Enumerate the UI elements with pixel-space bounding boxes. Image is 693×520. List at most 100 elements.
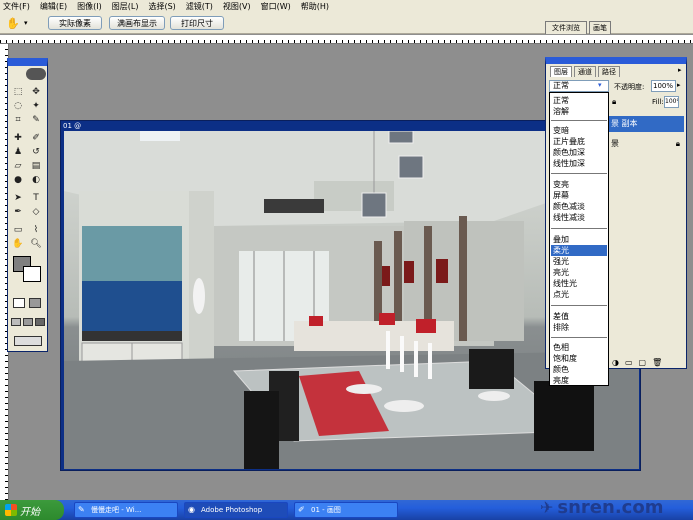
menu-edit[interactable]: 编辑(E) xyxy=(40,1,67,12)
watermark-text: snren.com xyxy=(557,496,664,518)
blend-option[interactable]: 线性光 xyxy=(553,278,577,289)
taskbar-item-browser[interactable]: ✎ 慢慢走吧 - Wi... xyxy=(74,502,178,518)
menu-layer[interactable]: 图层(L) xyxy=(112,1,139,12)
menu-window[interactable]: 窗口(W) xyxy=(261,1,291,12)
screen-mode-full-icon[interactable] xyxy=(23,318,33,326)
screen-mode-standard-icon[interactable] xyxy=(11,318,21,326)
start-label: 开始 xyxy=(20,506,40,518)
blend-option[interactable]: 点光 xyxy=(553,289,569,300)
lock-icon: 🔒︎ xyxy=(675,139,680,148)
fit-screen-button[interactable]: 满画布显示 xyxy=(109,16,165,30)
eyedropper-icon[interactable]: ⌇ xyxy=(29,224,43,236)
blend-option-selected[interactable]: 柔光 xyxy=(553,245,569,256)
tab-channels[interactable]: 通道 xyxy=(574,66,596,77)
panel-menu-icon[interactable]: ▸ xyxy=(678,66,682,74)
tab-paths[interactable]: 路径 xyxy=(598,66,620,77)
crop-tool-icon[interactable]: ⌗ xyxy=(11,114,25,126)
blend-option[interactable]: 亮度 xyxy=(553,375,569,386)
notes-tool-icon[interactable]: ▭ xyxy=(11,224,25,236)
quickmask-mode-icon[interactable] xyxy=(29,298,41,308)
actual-pixels-button[interactable]: 实际像素 xyxy=(48,16,102,30)
blend-option[interactable]: 线性加深 xyxy=(553,158,585,169)
blend-option[interactable]: 屏幕 xyxy=(553,190,569,201)
paint-icon: ✐ xyxy=(298,505,305,514)
slice-tool-icon[interactable]: ✎ xyxy=(29,114,43,126)
blend-option[interactable]: 线性减淡 xyxy=(553,212,585,223)
taskbar-item-label: 慢慢走吧 - Wi... xyxy=(91,506,142,514)
blend-option[interactable]: 正片叠底 xyxy=(553,136,585,147)
folder-icon[interactable]: ▭ xyxy=(625,358,633,367)
opacity-field[interactable]: 100% xyxy=(651,80,676,92)
lasso-tool-icon[interactable]: ◌ xyxy=(11,100,25,112)
background-color-swatch[interactable] xyxy=(23,266,41,282)
blend-option[interactable]: 色相 xyxy=(553,342,569,353)
taskbar-item-photoshop[interactable]: ◉ Adobe Photoshop xyxy=(184,502,288,518)
layer-row-background[interactable]: 景 🔒︎ xyxy=(609,136,684,152)
blend-mode-value: 正常 xyxy=(553,81,569,90)
blend-option[interactable]: 颜色减淡 xyxy=(553,201,585,212)
gradient-tool-icon[interactable]: ▤ xyxy=(29,160,43,172)
pen-tool-icon[interactable]: ✒ xyxy=(11,206,25,218)
shape-tool-icon[interactable]: ◇ xyxy=(29,206,43,218)
screen-mode-black-icon[interactable] xyxy=(35,318,45,326)
healing-brush-icon[interactable]: ✚ xyxy=(11,132,25,144)
menu-view[interactable]: 视图(V) xyxy=(223,1,251,12)
type-tool-icon[interactable]: T xyxy=(29,192,43,204)
print-size-button[interactable]: 打印尺寸 xyxy=(170,16,224,30)
lock-icon[interactable]: 🔒︎ xyxy=(612,97,616,107)
blend-option[interactable]: 颜色 xyxy=(553,364,569,375)
brush-tool-icon[interactable]: ✐ xyxy=(29,132,43,144)
hand-icon[interactable]: ✋ xyxy=(11,238,25,250)
blend-option[interactable]: 强光 xyxy=(553,256,569,267)
new-layer-icon[interactable]: ▢ xyxy=(639,358,647,367)
layer-row-selected[interactable]: 景 副本 xyxy=(609,116,684,132)
marquee-tool-icon[interactable]: ⬚ xyxy=(11,86,25,98)
blend-option[interactable]: 正常 xyxy=(553,95,569,106)
standard-mode-icon[interactable] xyxy=(13,298,25,308)
menu-file[interactable]: 文件(F) xyxy=(3,1,30,12)
menu-filter[interactable]: 滤镜(T) xyxy=(186,1,213,12)
chevron-down-icon[interactable]: ▾ xyxy=(598,81,602,89)
chevron-down-icon[interactable]: ▾ xyxy=(24,19,28,27)
menu-help[interactable]: 帮助(H) xyxy=(301,1,329,12)
blend-option[interactable]: 叠加 xyxy=(553,234,569,245)
opacity-arrow-icon[interactable]: ▸ xyxy=(677,81,681,89)
dodge-tool-icon[interactable]: ◐ xyxy=(29,174,43,186)
watermark-logo-icon: ✈ xyxy=(540,497,554,517)
trash-icon[interactable]: 🗑︎ xyxy=(652,358,662,367)
fill-label: Fill: xyxy=(652,98,664,106)
menu-bar: 文件(F) 编辑(E) 图像(I) 图层(L) 选择(S) 滤镜(T) 视图(V… xyxy=(0,0,693,12)
blend-option[interactable]: 饱和度 xyxy=(553,353,577,364)
taskbar-item-paint[interactable]: ✐ 01 - 画图 xyxy=(294,502,398,518)
path-select-icon[interactable]: ➤ xyxy=(11,192,25,204)
history-brush-icon[interactable]: ↺ xyxy=(29,146,43,158)
windows-logo-icon xyxy=(5,504,17,516)
hand-tool-icon[interactable]: ✋ xyxy=(6,17,20,30)
move-tool-icon[interactable]: ✥ xyxy=(29,86,43,98)
adjustment-layer-icon[interactable]: ◑ xyxy=(612,358,619,367)
blur-tool-icon[interactable]: ● xyxy=(11,174,25,186)
layers-footer: ◑ ▭ ▢ 🗑︎ xyxy=(612,356,684,368)
tab-layers[interactable]: 图层 xyxy=(550,66,572,77)
tab-brushes[interactable]: 画笔 xyxy=(589,21,611,34)
watermark: ✈ snren.com xyxy=(540,496,690,518)
menu-image[interactable]: 图像(I) xyxy=(77,1,102,12)
blend-option[interactable]: 差值 xyxy=(553,311,569,322)
tab-file-browser[interactable]: 文件浏览 xyxy=(545,21,587,34)
jump-to-imageready-icon[interactable] xyxy=(14,336,42,346)
zoom-icon[interactable]: 🔍︎ xyxy=(29,238,43,250)
magic-wand-icon[interactable]: ✦ xyxy=(29,100,43,112)
fill-field[interactable]: 100% xyxy=(664,96,679,108)
blend-option[interactable]: 变暗 xyxy=(553,125,569,136)
blend-option[interactable]: 亮光 xyxy=(553,267,569,278)
layer-name: 景 副本 xyxy=(611,119,638,128)
browser-icon: ✎ xyxy=(78,505,85,514)
menu-select[interactable]: 选择(S) xyxy=(148,1,175,12)
stamp-tool-icon[interactable]: ♟ xyxy=(11,146,25,158)
blend-option[interactable]: 排除 xyxy=(553,322,569,333)
blend-option[interactable]: 颜色加深 xyxy=(553,147,585,158)
blend-option[interactable]: 溶解 xyxy=(553,106,569,117)
start-button[interactable]: 开始 xyxy=(0,500,64,520)
eraser-tool-icon[interactable]: ▱ xyxy=(11,160,25,172)
blend-option[interactable]: 变亮 xyxy=(553,179,569,190)
